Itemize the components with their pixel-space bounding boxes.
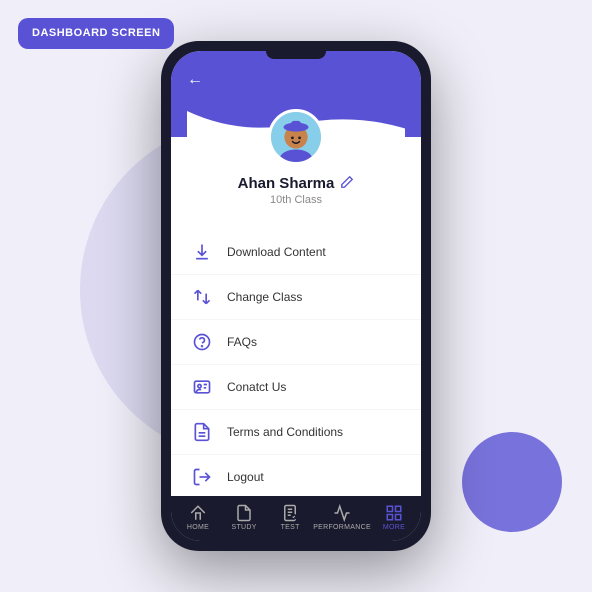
menu-item-download[interactable]: Download Content [171, 230, 421, 275]
menu-label-contact: Conatct Us [227, 380, 286, 394]
nav-study-label: STUDY [231, 524, 256, 531]
nav-home-label: HOME [187, 524, 209, 531]
edit-profile-button[interactable] [340, 175, 354, 192]
more-icon [385, 504, 403, 522]
contact-card-icon [191, 376, 213, 398]
menu-item-change-class[interactable]: Change Class [171, 275, 421, 320]
profile-header: ← [171, 51, 421, 137]
avatar-illustration [271, 109, 321, 165]
menu-item-contact[interactable]: Conatct Us [171, 365, 421, 410]
nav-performance[interactable]: PERFORMANCE [313, 504, 371, 531]
study-icon [235, 504, 253, 522]
profile-name: Ahan Sharma [187, 175, 405, 192]
bottom-navigation: HOME STUDY [171, 496, 421, 541]
phone-mockup: ← [161, 41, 431, 551]
menu-item-terms[interactable]: Terms and Conditions [171, 410, 421, 455]
menu-label-terms: Terms and Conditions [227, 425, 343, 439]
nav-home[interactable]: HOME [175, 504, 221, 531]
profile-class: 10th Class [187, 194, 405, 206]
performance-icon [333, 504, 351, 522]
nav-test[interactable]: TEST [267, 504, 313, 531]
phone-notch [266, 51, 326, 59]
switch-icon [191, 286, 213, 308]
menu-list: Download Content Change Class [171, 222, 421, 496]
menu-label-faqs: FAQs [227, 335, 257, 349]
nav-study[interactable]: STUDY [221, 504, 267, 531]
bg-decoration-circle-small [462, 432, 562, 532]
menu-label-change-class: Change Class [227, 290, 302, 304]
wave-decoration [187, 107, 405, 137]
avatar [268, 109, 324, 165]
download-icon [191, 241, 213, 263]
dashboard-label: DASHBOARD SCREEN [18, 18, 174, 49]
back-button[interactable]: ← [187, 71, 203, 89]
nav-more[interactable]: MORE [371, 504, 417, 531]
menu-label-download: Download Content [227, 245, 326, 259]
help-circle-icon [191, 331, 213, 353]
logout-icon [191, 466, 213, 488]
menu-item-logout[interactable]: Logout [171, 455, 421, 496]
menu-label-logout: Logout [227, 470, 264, 484]
nav-more-label: MORE [383, 524, 405, 531]
nav-performance-label: PERFORMANCE [313, 524, 371, 531]
home-icon [189, 504, 207, 522]
document-icon [191, 421, 213, 443]
menu-item-faqs[interactable]: FAQs [171, 320, 421, 365]
test-icon [281, 504, 299, 522]
phone-screen: ← [171, 51, 421, 541]
nav-test-label: TEST [281, 524, 300, 531]
